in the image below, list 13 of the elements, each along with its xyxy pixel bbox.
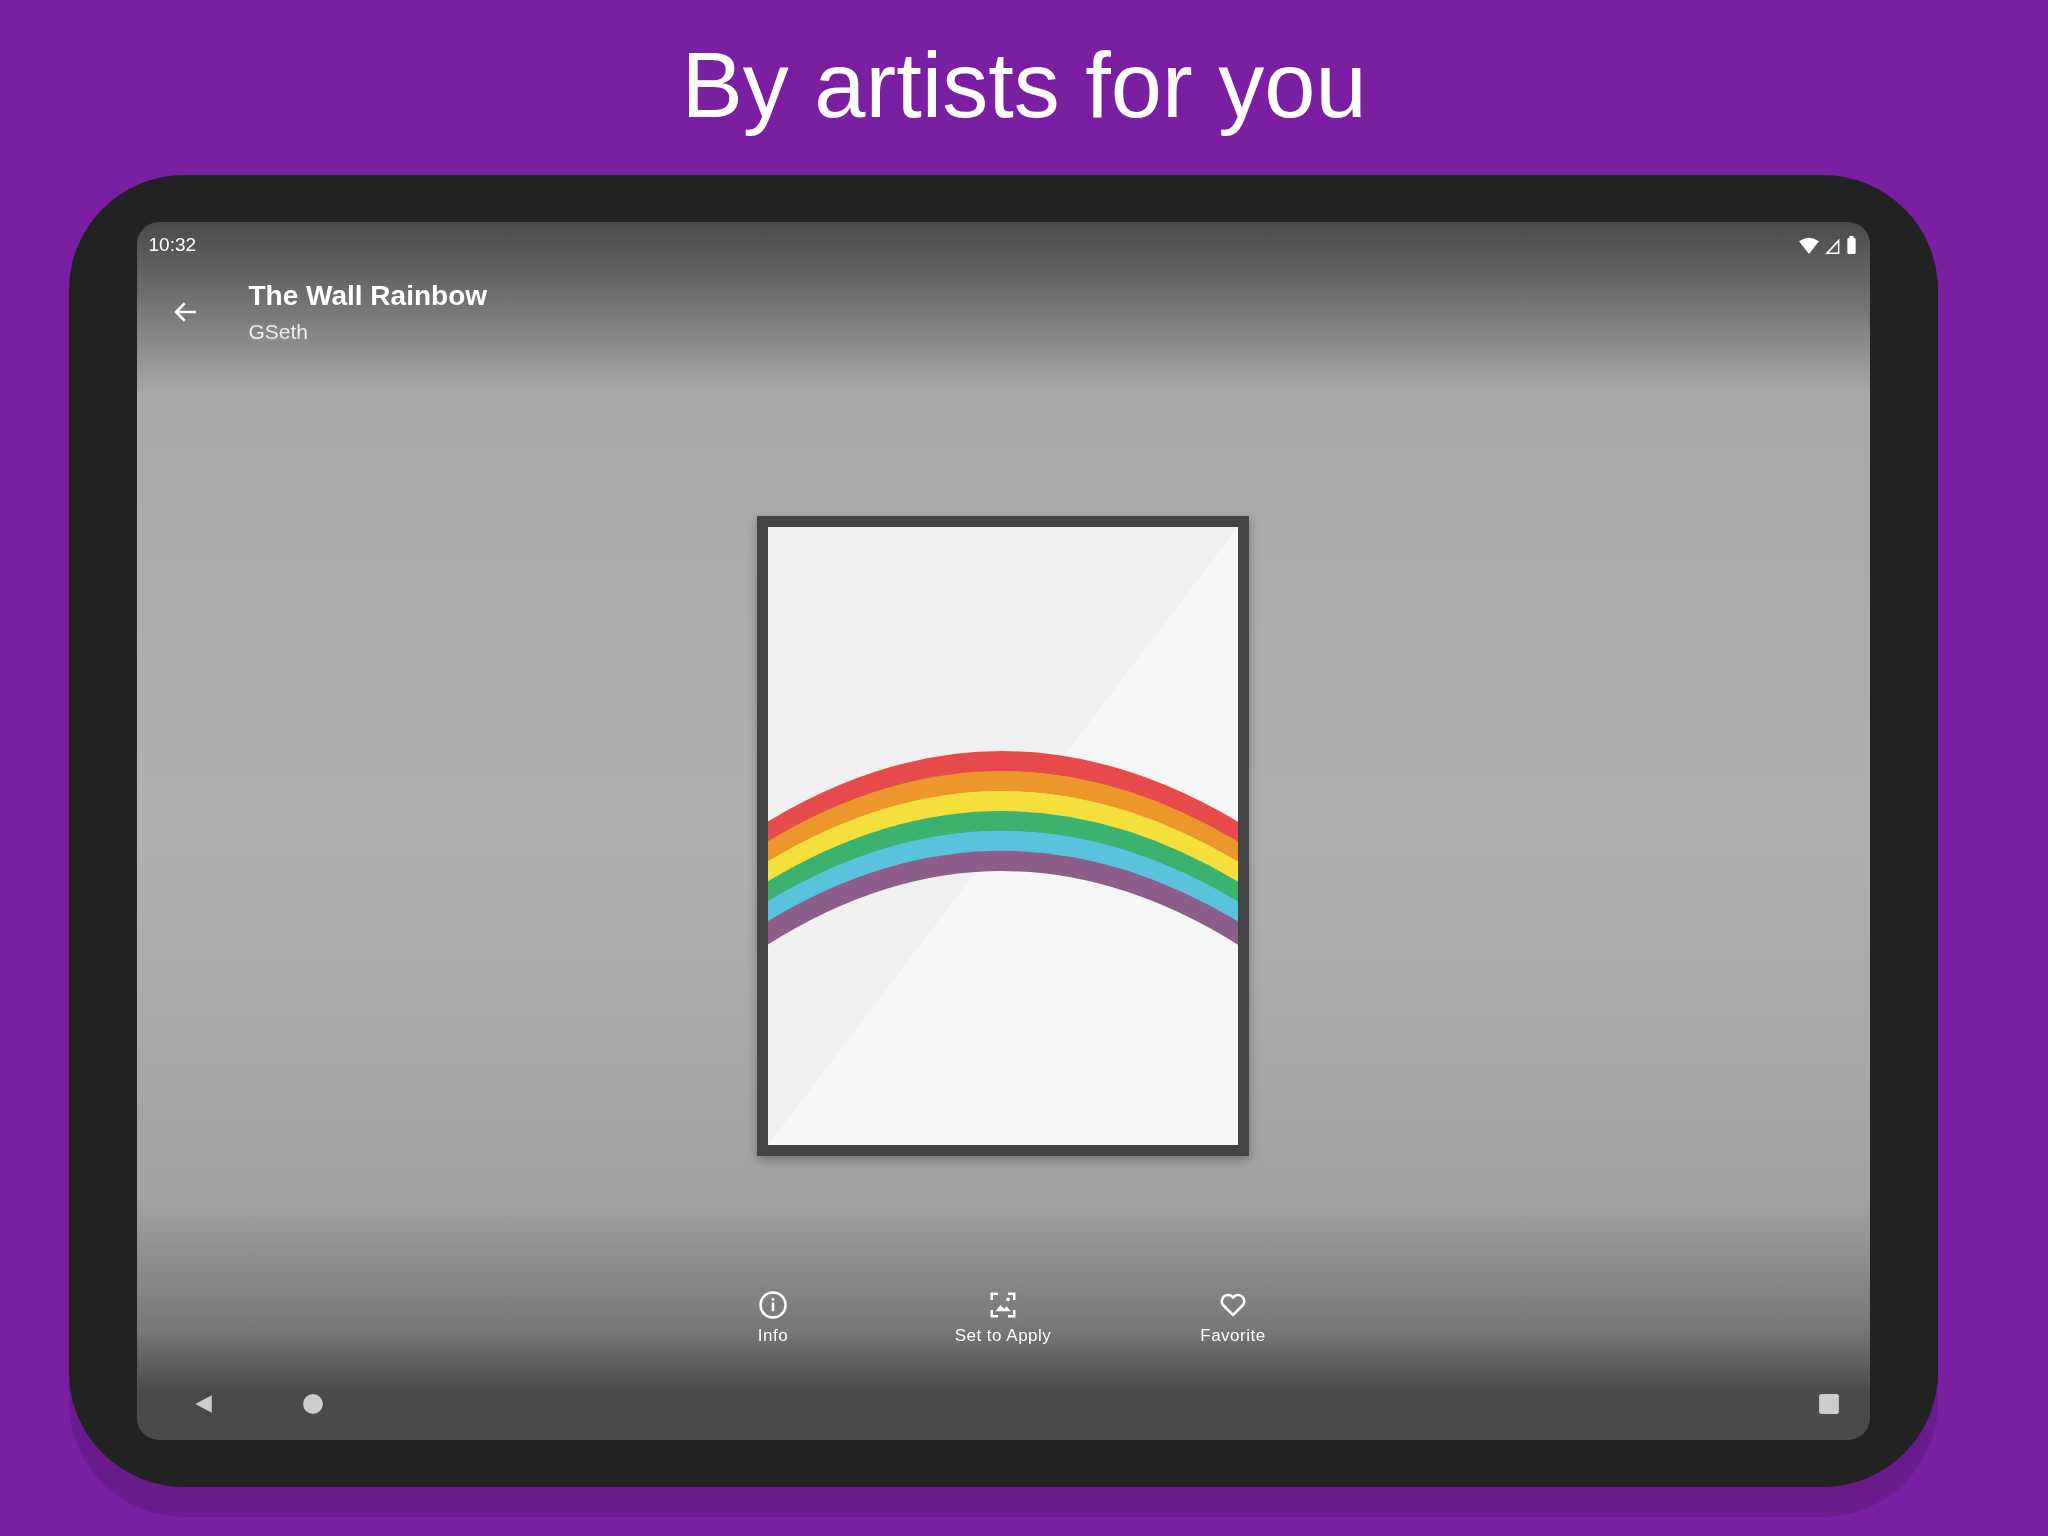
apply-button[interactable]: Set to Apply — [940, 1290, 1066, 1368]
headline: By artists for you — [681, 33, 1367, 138]
home-circle-icon[interactable] — [301, 1393, 324, 1415]
recents-square-icon[interactable] — [1817, 1393, 1840, 1415]
favorite-button[interactable]: Favorite — [1170, 1290, 1296, 1368]
info-button[interactable]: Info — [710, 1290, 836, 1368]
info-icon — [758, 1290, 788, 1320]
battery-icon — [1846, 236, 1856, 254]
wallpaper-title: The Wall Rainbow — [248, 280, 488, 312]
artist-name: GSeth — [248, 320, 310, 344]
status-time: 10:32 — [148, 234, 197, 256]
image-frame-icon — [988, 1290, 1018, 1320]
wifi-icon — [1798, 237, 1819, 254]
